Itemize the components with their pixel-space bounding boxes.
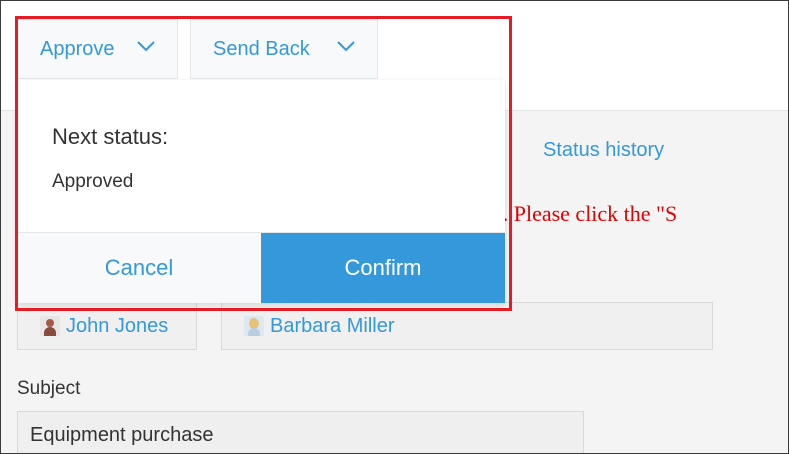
- status-history-link[interactable]: Status history: [543, 139, 664, 162]
- screenshot-frame: Status history t status. Please click th…: [0, 0, 789, 454]
- next-status-value: Approved: [52, 171, 134, 192]
- assignee-barbara-miller: Barbara Miller: [221, 302, 713, 350]
- approve-button[interactable]: Approve: [17, 19, 178, 79]
- subject-field: Equipment purchase: [17, 411, 584, 453]
- chevron-down-icon: [337, 41, 355, 52]
- next-status-dialog: Next status: Approved Cancel Confirm: [17, 80, 505, 303]
- approve-label: Approve: [40, 37, 115, 60]
- send-back-label: Send Back: [213, 37, 310, 60]
- chevron-down-icon: [137, 41, 155, 52]
- female-avatar-icon: [244, 316, 264, 336]
- user-name-link[interactable]: Barbara Miller: [270, 315, 394, 338]
- male-avatar-icon: [40, 316, 60, 336]
- subject-label: Subject: [17, 378, 81, 399]
- user-name-link[interactable]: John Jones: [66, 315, 168, 338]
- confirm-button[interactable]: Confirm: [261, 233, 505, 303]
- send-back-button[interactable]: Send Back: [190, 19, 378, 79]
- dialog-footer: Cancel Confirm: [17, 232, 505, 303]
- next-status-label: Next status:: [52, 124, 169, 149]
- assignee-john-jones: John Jones: [17, 302, 197, 350]
- cancel-button[interactable]: Cancel: [17, 233, 261, 303]
